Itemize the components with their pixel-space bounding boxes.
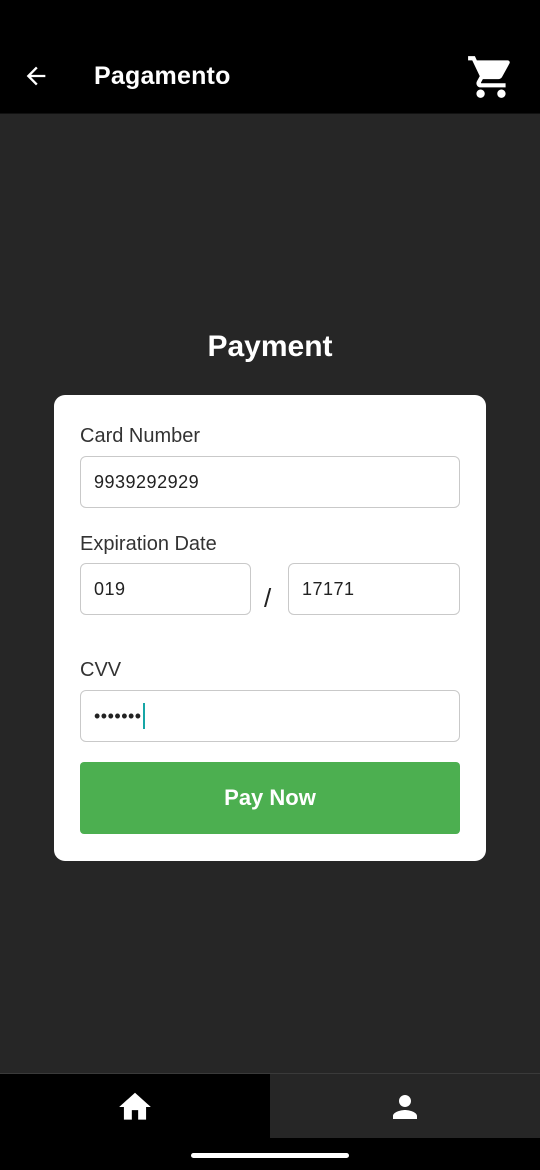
cvv-field[interactable]: •••••••	[80, 690, 460, 742]
expiration-year-value: 17171	[302, 578, 355, 599]
shopping-cart-icon	[468, 56, 510, 98]
bottom-navigation	[0, 1073, 540, 1139]
page-title: Payment	[207, 330, 333, 363]
home-icon	[119, 1092, 151, 1120]
cart-button[interactable]	[464, 52, 518, 102]
expiration-month-value: 019	[94, 578, 126, 599]
system-gesture-area	[0, 1138, 540, 1170]
nav-item-home[interactable]	[0, 1074, 270, 1139]
pay-now-button[interactable]: Pay Now	[80, 762, 460, 834]
home-gesture-bar[interactable]	[191, 1153, 349, 1158]
card-number-label: Card Number	[80, 425, 201, 447]
expiration-year-field[interactable]: 17171	[288, 563, 460, 615]
cvv-label: CVV	[80, 659, 122, 681]
card-number-value: 9939292929	[94, 471, 200, 492]
payment-card: Card Number 9939292929 Expiration Date 0…	[54, 395, 486, 861]
text-caret	[142, 703, 145, 729]
person-icon	[393, 1094, 417, 1119]
app-bar-title: Pagamento	[94, 62, 231, 90]
card-number-field[interactable]: 9939292929	[80, 456, 460, 508]
nav-item-profile[interactable]	[270, 1074, 540, 1139]
app-bar: Pagamento	[0, 0, 540, 114]
back-button[interactable]	[18, 58, 54, 94]
cvv-value: •••••••	[94, 705, 142, 726]
expiration-separator: /	[264, 583, 272, 613]
expiration-month-field[interactable]: 019	[80, 563, 251, 615]
expiration-date-label: Expiration Date	[80, 533, 217, 555]
arrow-back-icon	[26, 66, 46, 86]
